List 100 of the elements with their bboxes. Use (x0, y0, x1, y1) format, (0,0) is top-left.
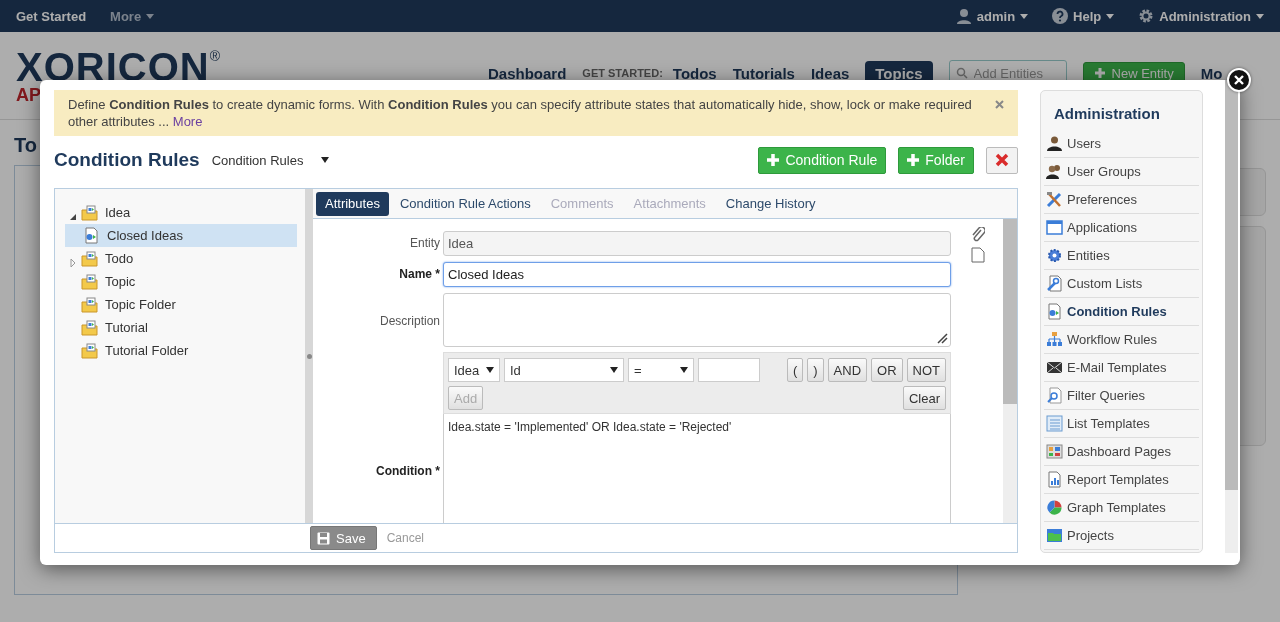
sidebar-item[interactable]: Custom Lists (1044, 270, 1199, 298)
delete-button[interactable] (986, 146, 1018, 174)
folder-icon (81, 342, 98, 359)
help-icon (1052, 8, 1069, 24)
plus-icon (907, 154, 920, 166)
top-menu-link[interactable]: Administration (1138, 8, 1264, 24)
tree-item[interactable]: Topic (65, 270, 297, 293)
logo-text: XORICON (16, 48, 210, 86)
envelope-icon (1046, 359, 1063, 376)
top-menu-link[interactable]: More (110, 8, 155, 24)
sidebar-item[interactable]: Dashboard Pages (1044, 438, 1199, 466)
pie-chart-icon (1046, 499, 1063, 516)
folder-icon (81, 319, 98, 336)
scrollbar[interactable] (1224, 80, 1238, 553)
resize-grip-icon (936, 332, 948, 344)
operator-button[interactable]: ( (786, 358, 804, 382)
plus-icon (767, 154, 780, 166)
nav-group-label: GET STARTED: (582, 67, 663, 79)
sidebar-title: Administration (1053, 105, 1161, 124)
tab[interactable]: Attributes (316, 191, 389, 216)
description-field[interactable] (443, 293, 951, 347)
top-menu-link[interactable]: admin (955, 8, 1029, 24)
tree-item[interactable]: Topic Folder (65, 293, 297, 316)
top-menu-link[interactable]: Help (1052, 8, 1115, 24)
list-icon (1046, 415, 1063, 432)
overflow-menu[interactable]: Mo (1200, 64, 1223, 82)
tree-item[interactable]: Todo (65, 247, 297, 270)
folder-icon (81, 273, 98, 290)
condition-select[interactable]: Idea (448, 358, 500, 382)
collapse-icon[interactable] (69, 212, 77, 221)
dashboard-icon (1046, 443, 1063, 460)
tree-item[interactable]: Idea (65, 201, 297, 224)
operator-button[interactable]: AND (827, 358, 868, 382)
caret-icon (1106, 13, 1115, 19)
value-field[interactable] (698, 358, 760, 382)
folder-icon (1046, 527, 1063, 544)
user-icon (1046, 135, 1063, 152)
settings-icon (1138, 8, 1155, 24)
user-icon (955, 8, 972, 24)
scrollbar[interactable] (1003, 219, 1017, 523)
users-icon (1046, 163, 1063, 180)
sidebar-item[interactable]: Workflow Rules (1044, 326, 1199, 354)
caret-icon (1256, 13, 1264, 19)
sidebar-item[interactable]: Preferences (1044, 186, 1199, 214)
sidebar-item[interactable]: Graph Templates (1044, 494, 1199, 522)
tab[interactable]: Condition Rule Actions (390, 191, 540, 216)
condition-select[interactable]: Id (504, 358, 624, 382)
search-icon (1046, 387, 1063, 404)
close-button[interactable] (1227, 68, 1251, 92)
type-dropdown[interactable]: Condition Rules (211, 152, 330, 168)
operator-button[interactable]: ) (807, 358, 824, 382)
operator-button[interactable]: OR (871, 358, 903, 382)
sidebar-item[interactable]: Entities (1044, 242, 1199, 270)
sidebar-item[interactable]: List Templates (1044, 410, 1199, 438)
close-icon (1234, 75, 1244, 85)
sidebar-item[interactable]: Condition Rules (1044, 298, 1199, 326)
entity-field[interactable]: Idea (443, 231, 951, 256)
page-title: To (14, 134, 38, 157)
sidebar-item[interactable]: Filter Queries (1044, 382, 1199, 410)
document-icon[interactable] (971, 247, 985, 263)
sidebar-item[interactable]: E-Mail Templates (1044, 354, 1199, 382)
condition-select[interactable]: = (628, 358, 694, 382)
expand-icon[interactable] (69, 258, 77, 267)
clear-button[interactable]: Clear (902, 386, 946, 410)
folder-icon (81, 296, 98, 313)
registered-mark: ® (209, 48, 220, 64)
wrench-icon (1046, 275, 1063, 292)
tree-item[interactable]: Tutorial Folder (65, 339, 297, 362)
plus-icon (1093, 67, 1106, 79)
condition-field[interactable]: Idea.state = 'Implemented' OR Idea.state = 'Rejected' (443, 414, 951, 523)
sidebar-item[interactable]: Projects (1044, 522, 1199, 550)
gear-icon (1046, 247, 1063, 264)
tools-icon (1046, 191, 1063, 208)
sitemap-icon (1046, 331, 1063, 348)
field-label: Entity (409, 235, 440, 250)
caret-icon (1020, 13, 1029, 19)
tab[interactable]: Change History (716, 191, 825, 216)
field-label: Description (378, 313, 440, 328)
sidebar-item[interactable]: Applications (1044, 214, 1199, 242)
rule-icon (83, 227, 100, 244)
sidebar-item[interactable]: Report Templates (1044, 466, 1199, 494)
sidebar-item[interactable]: Users (1044, 130, 1199, 158)
close-icon (995, 100, 1004, 109)
sidebar-item[interactable]: User Groups (1044, 158, 1199, 186)
delete-icon (995, 153, 1009, 167)
tree-item[interactable]: Tutorial (65, 316, 297, 339)
window-icon (1046, 219, 1063, 236)
caret-icon (680, 367, 688, 373)
banner-text: Define Condition Rules to create dynamic forms. With Condition Rules you can specify attribute states that automatically hide, show, lock or make required other attributes ... More (68, 96, 973, 130)
search-icon (955, 67, 968, 79)
tree-item[interactable]: Closed Ideas (65, 224, 297, 247)
dialog-title: Condition Rules (54, 149, 200, 171)
caret-icon (321, 157, 330, 163)
more-link[interactable]: More (172, 114, 203, 129)
paperclip-icon[interactable] (971, 227, 985, 243)
field-label: Name * (398, 266, 440, 281)
caret-icon (610, 367, 618, 373)
top-menu-link[interactable]: Get Started (16, 8, 87, 24)
operator-button[interactable]: NOT (906, 358, 946, 382)
name-field[interactable]: Closed Ideas (443, 262, 951, 287)
